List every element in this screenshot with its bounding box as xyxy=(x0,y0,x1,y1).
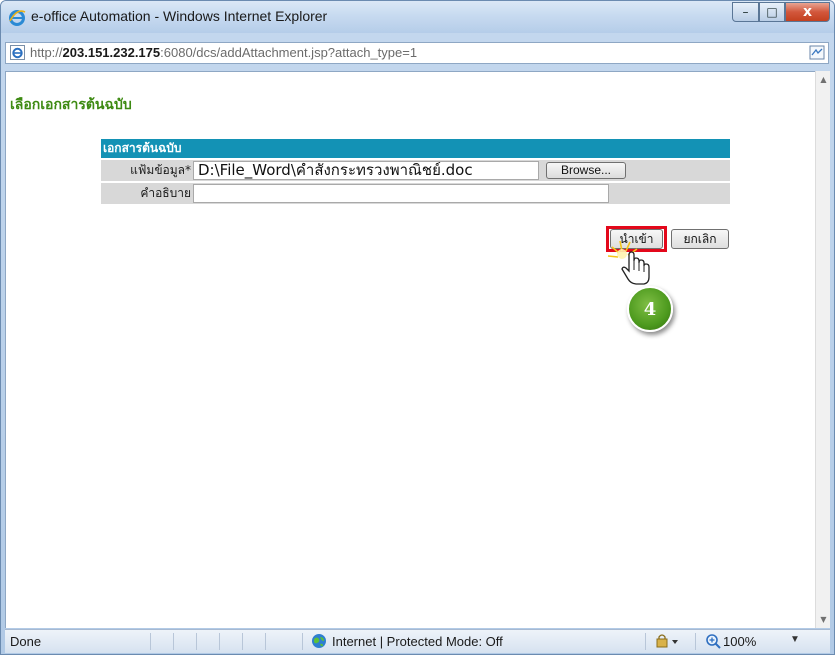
file-path-input[interactable]: D:\File_Word\คำสั่งกระทรวงพาณิชย์.doc xyxy=(193,161,539,180)
url-prefix: http:// xyxy=(30,45,63,60)
minimize-icon: – xyxy=(742,5,749,19)
vertical-scrollbar[interactable]: ▲ ▼ xyxy=(815,71,830,628)
address-bar[interactable]: http://203.151.232.175:6080/dcs/addAttac… xyxy=(5,42,829,64)
file-row: แฟ้มข้อมูล* D:\File_Word\คำสั่งกระทรวงพา… xyxy=(101,160,730,181)
description-label: คำอธิบาย xyxy=(140,186,191,200)
zoom-dropdown-icon[interactable]: ▼ xyxy=(790,634,800,645)
browser-window: e-office Automation - Windows Internet E… xyxy=(0,0,835,655)
close-icon: x xyxy=(802,4,813,20)
scroll-down-arrow-icon[interactable]: ▼ xyxy=(819,615,828,624)
description-row: คำอธิบาย xyxy=(101,183,730,204)
close-window-button[interactable]: x xyxy=(785,2,830,22)
status-separator xyxy=(196,633,197,650)
zoom-icon[interactable] xyxy=(705,633,721,649)
attachment-form: เอกสารต้นฉบับ แฟ้มข้อมูล* D:\File_Word\ค… xyxy=(101,139,730,252)
hand-cursor-icon xyxy=(607,240,650,285)
cancel-button[interactable]: ยกเลิก xyxy=(671,229,729,249)
status-text: Done xyxy=(10,634,42,649)
security-zone-text[interactable]: Internet | Protected Mode: Off xyxy=(332,634,503,649)
status-separator xyxy=(242,633,243,650)
title-bar: e-office Automation - Windows Internet E… xyxy=(1,1,834,33)
page-content: เลือกเอกสารต้นฉบับ เอกสารต้นฉบับ แฟ้มข้อ… xyxy=(5,71,815,628)
status-separator xyxy=(219,633,220,650)
browse-button[interactable]: Browse... xyxy=(546,162,626,179)
internet-explorer-icon xyxy=(9,10,26,26)
status-separator xyxy=(265,633,266,650)
status-separator xyxy=(173,633,174,650)
form-header: เอกสารต้นฉบับ xyxy=(101,139,730,158)
status-separator xyxy=(695,633,696,650)
step-number-badge: 4 xyxy=(627,286,673,332)
status-separator xyxy=(302,633,303,650)
scroll-up-arrow-icon[interactable]: ▲ xyxy=(819,75,828,84)
file-label: แฟ้มข้อมูล* xyxy=(130,163,191,177)
protected-mode-icon[interactable] xyxy=(655,633,681,649)
description-input[interactable] xyxy=(193,184,609,203)
window-title: e-office Automation - Windows Internet E… xyxy=(31,8,328,24)
maximize-button[interactable]: □ xyxy=(759,2,785,22)
minimize-button[interactable]: – xyxy=(732,2,759,22)
internet-zone-globe-icon xyxy=(312,634,326,648)
address-url[interactable]: http://203.151.232.175:6080/dcs/addAttac… xyxy=(30,45,417,60)
url-path: :6080/dcs/addAttachment.jsp?attach_type=… xyxy=(160,45,418,60)
compatibility-view-icon[interactable] xyxy=(809,45,825,60)
page-heading: เลือกเอกสารต้นฉบับ xyxy=(10,97,132,113)
url-host: 203.151.232.175 xyxy=(62,45,161,60)
status-separator xyxy=(150,633,151,650)
maximize-icon: □ xyxy=(766,5,778,19)
page-icon xyxy=(10,45,25,60)
zoom-level[interactable]: 100% xyxy=(723,634,756,649)
status-separator xyxy=(645,633,646,650)
status-bar: Done Internet | Protected Mode: Off 100%… xyxy=(5,629,830,653)
